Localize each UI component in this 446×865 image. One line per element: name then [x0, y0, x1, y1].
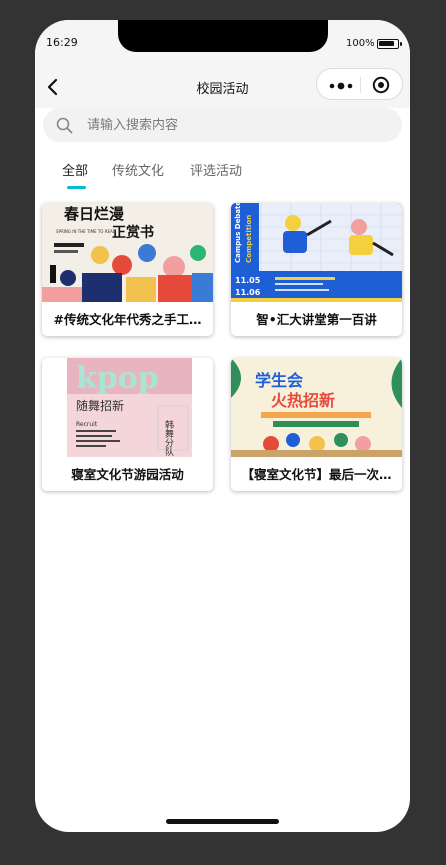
- battery-icon: [377, 39, 402, 49]
- activity-title: 智•汇大讲堂第一百讲: [256, 312, 377, 327]
- search-bar[interactable]: [43, 108, 402, 142]
- activity-card[interactable]: 学生会 火热招新 【寝室文化节】最后一次…: [231, 358, 402, 491]
- tab-traditional-culture[interactable]: 传统文化: [112, 160, 164, 179]
- notch: [118, 20, 328, 52]
- poster-headline: 春日烂漫: [64, 205, 125, 223]
- search-icon: [56, 117, 73, 134]
- poster-subheadline: 火热招新: [271, 391, 335, 410]
- poster-date-2: 11.06: [235, 288, 261, 297]
- activity-card[interactable]: Campus Debate Competition 11.05 11.06 智•…: [231, 203, 402, 336]
- mini-program-capsule: [316, 68, 403, 100]
- nav-bar: 校园活动: [35, 64, 410, 108]
- activity-poster-image: Campus Debate Competition 11.05 11.06: [231, 203, 402, 302]
- tab-all[interactable]: 全部: [62, 160, 88, 179]
- status-time: 16:29: [46, 36, 78, 49]
- activity-title: #传统文化年代秀之手工…: [53, 312, 202, 327]
- more-icon[interactable]: [326, 78, 356, 92]
- activity-title: 寝室文化节游园活动: [71, 467, 184, 482]
- poster-side-text: 韩舞分队: [163, 419, 174, 457]
- battery-percentage: 100%: [346, 38, 375, 49]
- category-tabs: 全部 传统文化 评选活动: [35, 160, 410, 190]
- poster-date-1: 11.05: [235, 276, 261, 285]
- poster-small-text: Recruit: [76, 421, 98, 428]
- poster-small-text: SPRING IN THE TIME TO READ: [56, 229, 116, 234]
- poster-headline: kpop: [76, 361, 159, 396]
- poster-subheadline: 随舞招新: [76, 398, 124, 413]
- close-target-icon[interactable]: [372, 76, 390, 94]
- activity-card[interactable]: 春日烂漫 正赏书 SPRING IN THE TIME TO READ #传统文…: [42, 203, 213, 336]
- poster-subheadline: 正赏书: [112, 224, 154, 241]
- activity-card[interactable]: kpop 随舞招新 Recruit 韩舞分队 寝室文化节游园活动: [42, 358, 213, 491]
- poster-headline: Campus Debate: [234, 203, 242, 263]
- activity-title: 【寝室文化节】最后一次…: [241, 467, 392, 482]
- activity-poster-image: 春日烂漫 正赏书 SPRING IN THE TIME TO READ: [42, 203, 213, 302]
- phone-frame: 16:29 100% 校园活动 请输入搜索内容 全部 传统文化 评选活动 春日烂…: [35, 20, 410, 832]
- activity-poster-image: kpop 随舞招新 Recruit 韩舞分队: [42, 358, 213, 457]
- active-tab-indicator: [67, 186, 86, 189]
- activity-poster-image: 学生会 火热招新: [231, 358, 402, 457]
- tab-selection-events[interactable]: 评选活动: [190, 160, 242, 179]
- poster-subheadline: Competition: [245, 215, 253, 263]
- home-indicator[interactable]: [166, 819, 279, 824]
- search-input[interactable]: [87, 108, 387, 142]
- poster-headline: 学生会: [255, 371, 303, 390]
- capsule-divider: [360, 77, 361, 93]
